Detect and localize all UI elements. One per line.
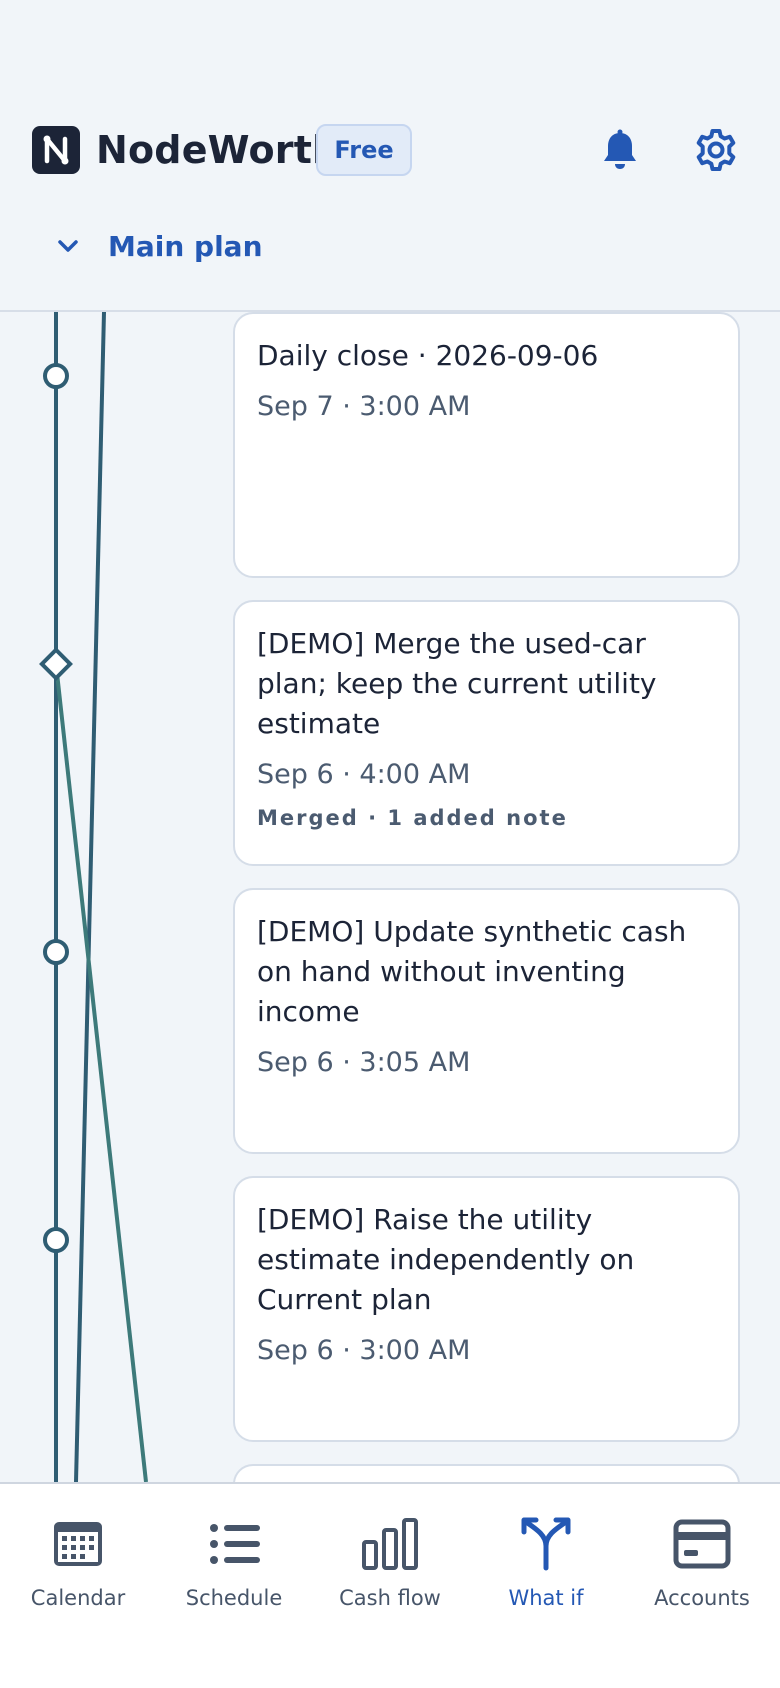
chevron-down-icon [58,240,78,252]
commit-card[interactable]: [DEMO] Update synthetic cash on hand wit… [233,888,740,1154]
nav-label: Cash flow [339,1586,441,1610]
commit-time: Sep 6 · 3:00 AM [257,1335,471,1366]
nav-label: Schedule [185,1586,283,1610]
bar-chart-icon [362,1518,418,1570]
nav-what-if[interactable]: What if [468,1484,624,1634]
commit-card[interactable]: [DEMO] Raise the utility estimate indepe… [233,1176,740,1442]
plan-selector[interactable]: Main plan [52,222,263,270]
app-name: NodeWorth [96,128,340,172]
gear-icon [696,129,736,171]
plan-tier-badge[interactable]: Free [316,124,412,176]
nav-calendar[interactable]: Calendar [0,1484,156,1634]
nodeworth-logo-icon [32,126,80,174]
merge-node [39,647,73,681]
settings-button[interactable] [692,126,740,174]
card-icon [673,1519,731,1569]
commit-node [43,939,69,965]
commit-time: Sep 6 · 4:00 AM [257,759,471,790]
commit-timeline: Daily close · 2026-09-06 Sep 7 · 3:00 AM… [0,312,780,1482]
branch-graph [39,312,148,1482]
commit-time: Sep 7 · 3:00 AM [257,391,471,422]
nav-label: Accounts [654,1586,750,1610]
app-header: NodeWorth Free Main plan [0,0,780,312]
commit-note: Merged · 1 added note [257,806,568,830]
commit-node [43,363,69,389]
nav-label: Calendar [30,1586,126,1610]
calendar-icon [54,1522,102,1566]
nav-cash-flow[interactable]: Cash flow [312,1484,468,1634]
bell-icon [604,129,636,169]
nav-accounts[interactable]: Accounts [624,1484,780,1634]
commit-title: Daily close · 2026-09-06 [257,339,599,372]
plan-selector-label: Main plan [108,229,263,263]
commit-title: [DEMO] Merge the used-car plan; keep the… [257,627,657,740]
nav-schedule[interactable]: Schedule [156,1484,312,1634]
commit-card[interactable]: Daily close · 2026-09-06 Sep 7 · 3:00 AM [233,312,740,578]
branch-icon [521,1517,571,1571]
nav-label: What if [508,1586,584,1610]
commit-title: [DEMO] Update synthetic cash on hand wit… [257,915,687,1028]
notifications-button[interactable] [596,126,644,174]
commit-time: Sep 6 · 3:05 AM [257,1047,471,1078]
list-icon [210,1524,260,1564]
commit-card[interactable]: [DEMO] Merge the used-car plan; keep the… [233,600,740,866]
bottom-nav: Calendar Schedule Cash flow What if Acco… [0,1482,780,1688]
commit-node [43,1227,69,1253]
commit-card-partial[interactable] [233,1464,740,1482]
commit-title: [DEMO] Raise the utility estimate indepe… [257,1203,635,1316]
